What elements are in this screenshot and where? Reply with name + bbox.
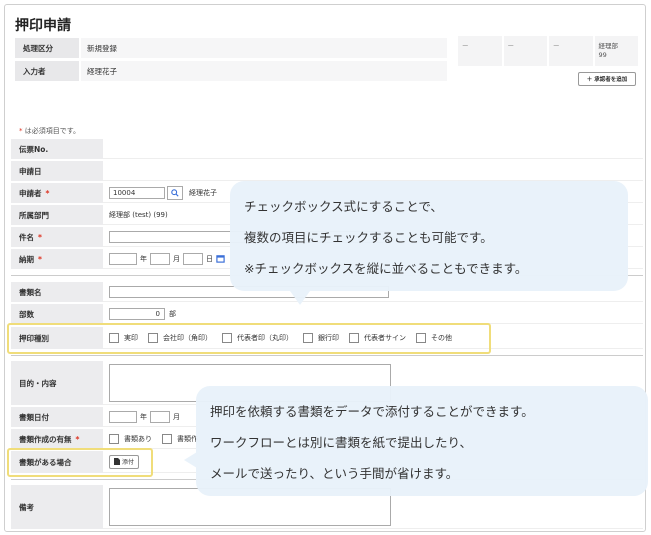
deadline-label: 納期 *: [11, 249, 103, 269]
callout-line: メールで送ったり、という手間が省けます。: [210, 466, 459, 481]
deadline-year-input[interactable]: [109, 252, 137, 265]
copies-unit: 部: [169, 309, 176, 318]
callout-line: 押印を依頼する書類をデータで添付することができます。: [210, 404, 534, 419]
applicant-label: 申請者 *: [11, 183, 103, 203]
deadline-day-input[interactable]: [183, 252, 203, 265]
copies-value: 0 部: [103, 304, 643, 324]
deadline-month-input[interactable]: [150, 252, 170, 265]
doc-attach-highlight: [7, 448, 153, 477]
callout-attachment: 押印を依頼する書類をデータで添付することができます。 ワークフローとは別に書類を…: [184, 386, 648, 496]
copies-label: 部数: [11, 304, 103, 324]
approver-slot[interactable]: ー: [458, 36, 502, 66]
voucher-row: 伝票No.: [11, 139, 643, 159]
apply-date-label: 申請日: [11, 161, 103, 181]
doc-date-label: 書類日付: [11, 407, 103, 427]
inputter-label: 入力者: [15, 61, 79, 81]
required-note-text: は必須項目です。: [22, 127, 81, 135]
inputter-row: 入力者 経理花子: [15, 61, 447, 81]
doc-created-option[interactable]: 書類作: [162, 433, 198, 444]
required-note: * は必須項目です。: [15, 126, 80, 136]
remarks-label: 備考: [11, 485, 103, 529]
copies-row: 部数 0 部: [11, 304, 643, 324]
processing-value: 新規登録: [81, 38, 447, 58]
inputter-value: 経理花子: [81, 61, 447, 81]
processing-label: 処理区分: [15, 38, 79, 58]
checkbox[interactable]: [162, 433, 172, 444]
approver-slot[interactable]: ー: [549, 36, 593, 66]
add-approver-button[interactable]: ＋ 承認者を追加: [578, 72, 636, 86]
document-name-label: 書類名: [11, 282, 103, 302]
section-divider: [11, 355, 643, 356]
callout-line: 複数の項目にチェックすることも可能です。: [244, 230, 493, 245]
voucher-value: [103, 139, 643, 159]
callout-checkbox: チェックボックス式にすることで、 複数の項目にチェックすることも可能です。 ※チ…: [230, 181, 628, 305]
seal-type-highlight: [7, 323, 491, 354]
doc-date-month-input[interactable]: [150, 410, 170, 423]
checkbox[interactable]: [109, 433, 119, 444]
approver-slots: ー ー ー 経理部 99: [458, 36, 638, 66]
search-icon[interactable]: [167, 185, 183, 200]
processing-row: 処理区分 新規登録: [15, 38, 447, 58]
doc-date-year-input[interactable]: [109, 410, 137, 423]
calendar-icon[interactable]: [216, 254, 225, 263]
doc-created-option[interactable]: 書類あり: [109, 433, 152, 444]
applicant-name: 経理花子: [189, 188, 217, 197]
callout-line: ワークフローとは別に書類を紙で提出したり、: [210, 435, 473, 450]
department-label: 所属部門: [11, 205, 103, 225]
callout-line: チェックボックス式にすることで、: [244, 199, 443, 214]
callout-line: ※チェックボックスを縦に並べることもできます。: [244, 261, 528, 276]
purpose-label: 目的・内容: [11, 361, 103, 405]
page-title: 押印申請: [15, 18, 71, 34]
approver-slot[interactable]: 経理部 99: [594, 36, 638, 66]
copies-input[interactable]: 0: [109, 307, 165, 320]
applicant-code-input[interactable]: 10004: [109, 186, 165, 199]
voucher-label: 伝票No.: [11, 139, 103, 159]
apply-date-row: 申請日: [11, 161, 643, 181]
subject-label: 件名 *: [11, 227, 103, 247]
callout-tail: [184, 452, 197, 468]
approver-slot[interactable]: ー: [503, 36, 547, 66]
apply-date-value: [103, 161, 643, 181]
doc-created-label: 書類作成の有無 *: [11, 429, 103, 449]
callout-tail: [290, 291, 310, 305]
